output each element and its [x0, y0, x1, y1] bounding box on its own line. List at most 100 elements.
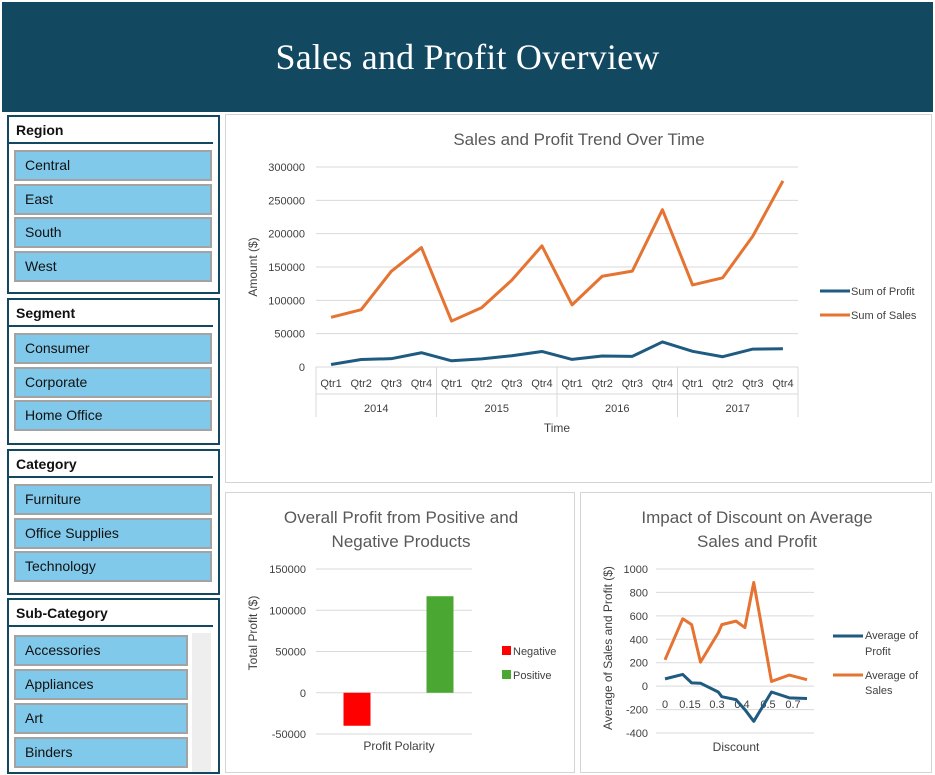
discount-y-axis-label: Average of Sales and Profit ($): [601, 566, 615, 730]
discount-y-tick: 800: [630, 587, 648, 599]
trend-x-tick: Qtr2: [591, 378, 612, 390]
legend-profit-label: Sum of Profit: [851, 286, 915, 298]
trend-x-tick: Qtr4: [772, 378, 793, 390]
discount-y-tick: 200: [630, 658, 648, 670]
dashboard-title: Sales and Profit Overview: [275, 37, 660, 77]
trend-x-tick: Qtr4: [652, 378, 673, 390]
category-slicer: Category Furniture Office Supplies Techn…: [7, 449, 220, 595]
discount-y-tick: 600: [630, 611, 648, 623]
trend-x-tick: Qtr3: [501, 378, 522, 390]
discount-y-tick: -200: [626, 705, 648, 717]
subcategory-appliances-button[interactable]: Appliances: [14, 669, 188, 700]
polarity-chart: Overall Profit from Positive and Negativ…: [246, 508, 556, 753]
polarity-chart-title-line-2: Negative Products: [332, 532, 471, 551]
positive-bar: [426, 596, 454, 693]
region-south-button[interactable]: South: [14, 217, 212, 248]
segment-slicer-title: Segment: [9, 300, 213, 327]
legend-avg-profit-line-2: Profit: [865, 646, 891, 658]
legend-avg-profit-line-1: Average of: [865, 630, 919, 642]
region-east-button[interactable]: East: [14, 184, 212, 215]
trend-y-tick: 300000: [268, 162, 305, 174]
discount-x-axis-label: Discount: [713, 740, 760, 754]
trend-x-tick: Qtr2: [350, 378, 371, 390]
trend-x-tick: Qtr2: [471, 378, 492, 390]
discount-y-tick: -400: [626, 728, 648, 740]
subcategory-slicer: Sub-Category Accessories Appliances Art …: [7, 598, 220, 774]
discount-y-tick: 400: [630, 634, 648, 646]
subcategory-binders-button[interactable]: Binders: [14, 737, 188, 768]
category-furniture-button[interactable]: Furniture: [14, 484, 212, 515]
polarity-y-tick: 50000: [275, 647, 306, 659]
discount-x-tick: 0.3: [709, 699, 724, 711]
trend-year-label: 2015: [485, 403, 509, 415]
trend-x-tick: Qtr3: [381, 378, 402, 390]
legend-negative-label: Negative: [513, 646, 556, 658]
trend-x-tick: Qtr2: [712, 378, 733, 390]
category-slicer-title: Category: [9, 451, 213, 478]
trend-year-label: 2016: [605, 403, 629, 415]
trend-y-tick: 150000: [268, 262, 305, 274]
legend-positive-label: Positive: [513, 670, 552, 682]
polarity-chart-title-line-1: Overall Profit from Positive and: [284, 508, 518, 527]
legend-avg-sales-line-1: Average of: [865, 670, 919, 682]
trend-x-tick: Qtr1: [561, 378, 582, 390]
discount-chart-panel[interactable]: Impact of Discount on Average Sales and …: [580, 492, 932, 773]
discount-x-tick: 0.15: [679, 699, 700, 711]
trend-y-tick: 0: [299, 362, 305, 374]
trend-x-tick: Qtr1: [441, 378, 462, 390]
polarity-y-tick: 150000: [269, 564, 306, 576]
trend-y-axis-label: Amount ($): [246, 237, 260, 296]
trend-y-tick: 200000: [268, 229, 305, 241]
negative-bar: [343, 692, 371, 726]
discount-chart: Impact of Discount on Average Sales and …: [601, 508, 919, 754]
trend-y-tick: 250000: [268, 195, 305, 207]
polarity-y-axis-label: Total Profit ($): [246, 596, 260, 671]
trend-x-tick: Qtr1: [682, 378, 703, 390]
trend-y-tick: 50000: [274, 329, 305, 341]
trend-x-axis-label: Time: [544, 421, 571, 435]
category-office-supplies-button[interactable]: Office Supplies: [14, 518, 212, 549]
polarity-y-tick: 0: [300, 688, 306, 700]
trend-year-label: 2014: [364, 403, 388, 415]
subcategory-scrollbar[interactable]: [192, 633, 211, 772]
legend-sales-label: Sum of Sales: [851, 310, 917, 322]
region-slicer-title: Region: [9, 117, 213, 144]
discount-y-tick: 0: [642, 681, 648, 693]
trend-x-tick: Qtr3: [622, 378, 643, 390]
subcategory-accessories-button[interactable]: Accessories: [14, 635, 188, 666]
trend-x-tick: Qtr3: [742, 378, 763, 390]
polarity-x-axis-label: Profit Polarity: [363, 739, 434, 753]
legend-negative-swatch: [502, 646, 511, 655]
discount-x-tick: 0.7: [785, 699, 800, 711]
segment-consumer-button[interactable]: Consumer: [14, 333, 212, 364]
polarity-y-tick: -50000: [272, 729, 306, 741]
segment-home-office-button[interactable]: Home Office: [14, 400, 212, 431]
region-central-button[interactable]: Central: [14, 150, 212, 181]
discount-chart-title-line-2: Sales and Profit: [697, 532, 817, 551]
avg-sales-series-line: [663, 580, 808, 683]
trend-y-tick: 100000: [268, 295, 305, 307]
discount-chart-title-line-1: Impact of Discount on Average: [641, 508, 872, 527]
polarity-chart-panel[interactable]: Overall Profit from Positive and Negativ…: [225, 492, 575, 773]
discount-y-tick: 1000: [624, 564, 648, 576]
legend-avg-sales-line-2: Sales: [865, 685, 893, 697]
segment-corporate-button[interactable]: Corporate: [14, 367, 212, 398]
segment-slicer: Segment Consumer Corporate Home Office: [7, 298, 220, 445]
subcategory-slicer-title: Sub-Category: [9, 600, 213, 627]
trend-x-tick: Qtr1: [320, 378, 341, 390]
profit-series-line: [330, 340, 783, 366]
trend-year-label: 2017: [726, 403, 750, 415]
dashboard-header: Sales and Profit Overview: [2, 2, 933, 112]
discount-x-tick: 0: [662, 699, 668, 711]
region-slicer: Region Central East South West: [7, 115, 220, 294]
polarity-y-tick: 100000: [269, 605, 306, 617]
subcategory-art-button[interactable]: Art: [14, 703, 188, 734]
avg-profit-series-line: [664, 672, 808, 723]
trend-chart: Sales and Profit Trend Over Time Time Am…: [246, 130, 917, 435]
trend-chart-panel[interactable]: Sales and Profit Trend Over Time Time Am…: [225, 114, 932, 483]
trend-x-tick: Qtr4: [531, 378, 552, 390]
trend-chart-title: Sales and Profit Trend Over Time: [453, 130, 704, 149]
trend-x-tick: Qtr4: [411, 378, 432, 390]
category-technology-button[interactable]: Technology: [14, 551, 212, 582]
region-west-button[interactable]: West: [14, 251, 212, 282]
